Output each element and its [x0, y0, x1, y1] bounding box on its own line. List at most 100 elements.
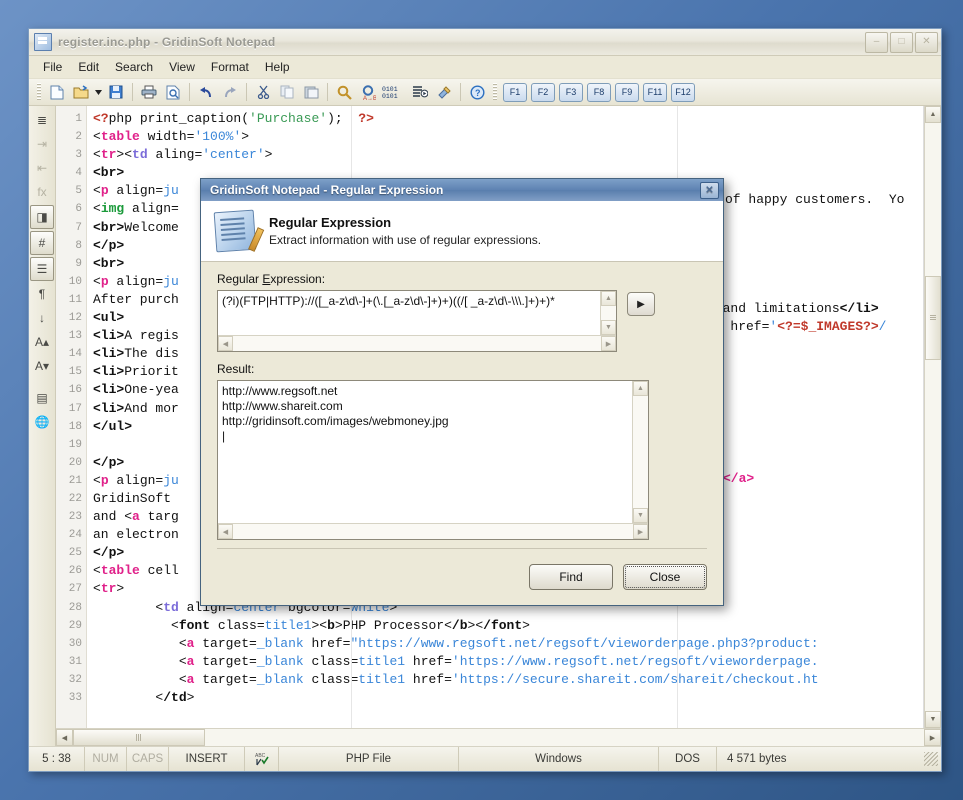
code-line-overflow[interactable]: nk href='<?=$_IMAGES?>/ [707, 318, 886, 336]
fkey-f12[interactable]: F12 [671, 82, 695, 102]
sidebar-insert-caret-icon[interactable]: ↓ [31, 307, 53, 329]
maximize-button[interactable]: □ [890, 31, 913, 53]
toolbar-grip[interactable] [37, 83, 41, 101]
menu-edit[interactable]: Edit [70, 58, 107, 76]
result-scroll-right-button[interactable]: ▶ [633, 524, 648, 539]
result-vscroll-track[interactable] [633, 396, 648, 508]
menu-file[interactable]: File [35, 58, 70, 76]
sidebar-indent-decrease-icon[interactable]: ⇤ [31, 157, 53, 179]
new-file-icon[interactable] [46, 81, 68, 103]
sidebar-pilcrow-icon[interactable]: ¶ [31, 283, 53, 305]
print-preview-icon[interactable] [162, 81, 184, 103]
sidebar-preview-window-icon[interactable]: ▤ [31, 387, 53, 409]
result-scroll-left-button[interactable]: ◀ [218, 524, 233, 539]
fkey-f3[interactable]: F3 [559, 82, 583, 102]
tools-icon[interactable] [433, 81, 455, 103]
minimize-button[interactable]: – [865, 31, 888, 53]
code-line-overflow[interactable]: </a> [723, 470, 754, 488]
sidebar-toggle-panel-icon[interactable]: ◨ [30, 205, 54, 229]
editor-vertical-scrollbar[interactable]: ▲ ▼ [924, 106, 941, 728]
fkey-f8[interactable]: F8 [587, 82, 611, 102]
sidebar-function-list-icon[interactable]: fx [31, 181, 53, 203]
regex-horizontal-scrollbar[interactable]: ◀ ▶ [218, 335, 616, 351]
sidebar-font-decrease-icon[interactable]: A▾ [31, 355, 53, 377]
run-regex-button[interactable]: ▶ [627, 292, 655, 316]
regex-input[interactable]: (?i)(FTP|HTTP)://([_a-z\d\-]+(\.[_a-z\d\… [218, 291, 600, 335]
scroll-down-button[interactable]: ▼ [925, 711, 941, 728]
regex-vertical-scrollbar[interactable]: ▲ ▼ [600, 291, 616, 335]
code-line[interactable]: <a target=_blank class=title1 href='http… [87, 653, 923, 671]
open-file-icon[interactable] [70, 81, 92, 103]
regex-vscroll-track[interactable] [601, 306, 616, 320]
fkey-f11[interactable]: F11 [643, 82, 667, 102]
result-horizontal-scrollbar[interactable]: ◀ ▶ [218, 523, 648, 539]
code-line[interactable]: <tr><td aling='center'> [87, 146, 923, 164]
open-dropdown-icon[interactable] [94, 81, 103, 103]
fkey-f2[interactable]: F2 [531, 82, 555, 102]
scroll-right-button[interactable]: ▶ [924, 729, 941, 746]
status-insert-mode[interactable]: INSERT [169, 747, 245, 771]
hscroll-thumb[interactable] [73, 729, 205, 746]
regex-scroll-right-button[interactable]: ▶ [601, 336, 616, 351]
print-icon[interactable] [138, 81, 160, 103]
menu-search[interactable]: Search [107, 58, 161, 76]
copy-icon[interactable] [276, 81, 298, 103]
close-button[interactable]: ✕ [915, 31, 938, 53]
scroll-left-button[interactable]: ◀ [56, 729, 73, 746]
code-line-overflow[interactable]: of happy customers. Yo [725, 191, 904, 209]
result-vertical-scrollbar[interactable]: ▲ ▼ [632, 381, 648, 523]
sidebar-browser-preview-icon[interactable]: 🌐 [31, 411, 53, 433]
sidebar-syntax-colors-icon[interactable]: ☰ [30, 257, 54, 281]
toolbar-grip-2[interactable] [493, 83, 497, 101]
fkey-f1[interactable]: F1 [503, 82, 527, 102]
code-line[interactable]: <a target=_blank href="https://www.regso… [87, 635, 923, 653]
sidebar-line-numbers-icon[interactable]: # [30, 231, 54, 255]
dialog-titlebar[interactable]: GridinSoft Notepad - Regular Expression … [201, 179, 723, 201]
binary-mode-icon[interactable]: 0101 0101 [381, 81, 407, 103]
menu-help[interactable]: Help [257, 58, 298, 76]
fkey-f9[interactable]: F9 [615, 82, 639, 102]
code-line[interactable]: <font class=title1><b>PHP Processor</b><… [87, 617, 923, 635]
regex-scroll-left-button[interactable]: ◀ [218, 336, 233, 351]
code-line[interactable]: <?php print_caption('Purchase'); ?> [87, 110, 923, 128]
sidebar-indent-increase-icon[interactable]: ⇥ [31, 133, 53, 155]
redo-icon[interactable] [219, 81, 241, 103]
undo-icon[interactable] [195, 81, 217, 103]
code-line[interactable]: </td> [87, 689, 923, 707]
regex-hscroll-track[interactable] [233, 336, 601, 351]
cut-icon[interactable] [252, 81, 274, 103]
code-token: <ul> [93, 310, 125, 326]
regex-scroll-down-button[interactable]: ▼ [601, 320, 616, 335]
find-icon[interactable] [333, 81, 355, 103]
spellcheck-icon[interactable]: ABC [245, 747, 279, 771]
result-output[interactable]: http://www.regsoft.net http://www.sharei… [218, 381, 632, 523]
code-line[interactable]: <table width='100%'> [87, 128, 923, 146]
vscroll-thumb[interactable] [925, 275, 941, 361]
run-script-icon[interactable] [409, 81, 431, 103]
vscroll-track[interactable] [925, 123, 941, 711]
regex-scroll-up-button[interactable]: ▲ [601, 291, 616, 306]
regex-input-frame[interactable]: (?i)(FTP|HTTP)://([_a-z\d\-]+(\.[_a-z\d\… [217, 290, 617, 352]
save-icon[interactable] [105, 81, 127, 103]
close-dialog-button[interactable]: Close [623, 564, 707, 590]
editor-horizontal-scrollbar[interactable]: ◀ ▶ [56, 728, 941, 746]
code-line[interactable]: <a target=_blank class=title1 href='http… [87, 671, 923, 689]
result-scroll-down-button[interactable]: ▼ [633, 508, 648, 523]
sidebar-format-code-icon[interactable]: ≣ [31, 109, 53, 131]
menu-view[interactable]: View [161, 58, 203, 76]
hscroll-track[interactable] [73, 729, 924, 746]
find-button[interactable]: Find [529, 564, 613, 590]
window-resize-grip[interactable] [924, 752, 938, 766]
result-output-frame[interactable]: http://www.regsoft.net http://www.sharei… [217, 380, 649, 540]
replace-icon[interactable]: A→B [357, 81, 379, 103]
dialog-close-icon[interactable]: ✕ [700, 181, 719, 199]
window-titlebar[interactable]: register.inc.php - GridinSoft Notepad – … [29, 29, 941, 56]
menu-format[interactable]: Format [203, 58, 257, 76]
help-icon[interactable]: ? [466, 81, 488, 103]
sidebar-font-increase-icon[interactable]: A▴ [31, 331, 53, 353]
scroll-up-button[interactable]: ▲ [925, 106, 941, 123]
paste-icon[interactable] [300, 81, 322, 103]
result-hscroll-track[interactable] [233, 524, 633, 539]
code-line-overflow[interactable]: s and limitations</li> [707, 300, 879, 318]
result-scroll-up-button[interactable]: ▲ [633, 381, 648, 396]
